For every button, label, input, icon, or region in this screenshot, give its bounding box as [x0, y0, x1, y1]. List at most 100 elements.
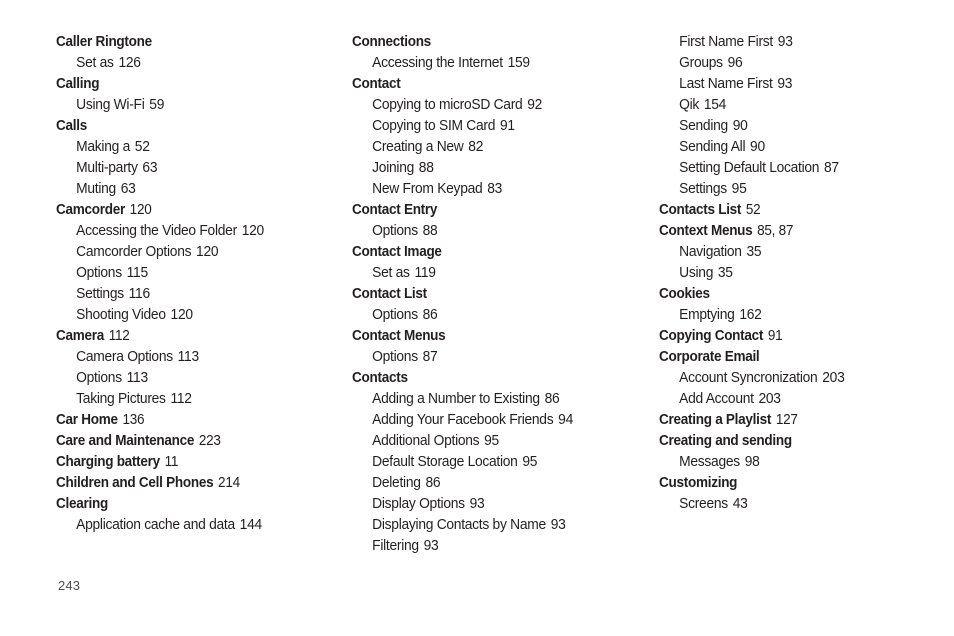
index-entry-label: Screens: [679, 496, 728, 512]
index-entry-label: Using: [679, 265, 714, 281]
index-entry-pages: 92: [527, 97, 543, 113]
index-subentry: Set as 126: [56, 53, 332, 74]
index-entry-label: Additional Options: [372, 433, 480, 449]
index-heading: Camera 112: [56, 326, 327, 347]
index-entry-pages: 93: [469, 496, 485, 512]
index-entry-pages: 120: [196, 244, 219, 260]
index-subentry: Sending All 90: [659, 137, 929, 158]
index-entry-pages: 115: [126, 265, 148, 281]
index-subentry: Messages 98: [659, 452, 929, 473]
index-entry-pages: 112: [108, 328, 130, 344]
index-entry-label: Making a: [76, 139, 131, 155]
index-entry-label: Display Options: [372, 496, 465, 512]
index-entry-label: Care and Maintenance: [56, 433, 195, 449]
index-entry-pages: 86: [425, 475, 441, 491]
index-entry-pages: 113: [177, 349, 199, 365]
index-subentry: Options 86: [352, 305, 636, 326]
index-entry-label: Account Syncronization: [679, 370, 818, 386]
index-subentry: Taking Pictures 112: [56, 389, 332, 410]
index-entry-label: New From Keypad: [372, 181, 483, 197]
index-subentry: Account Syncronization 203: [659, 368, 929, 389]
index-subentry: Joining 88: [352, 158, 636, 179]
index-entry-label: Creating a New: [372, 139, 464, 155]
index-entry-pages: 98: [744, 454, 760, 470]
index-subentry: Accessing the Video Folder 120: [56, 221, 332, 242]
index-entry-pages: 93: [777, 76, 793, 92]
index-heading: Contact Entry: [352, 200, 630, 221]
index-entry-pages: 93: [777, 34, 793, 50]
index-entry-label: Filtering: [372, 538, 419, 554]
index-entry-label: Calls: [56, 118, 87, 134]
index-heading: Camcorder 120: [56, 200, 327, 221]
index-entry-label: First Name First: [679, 34, 773, 50]
index-entry-label: Charging battery: [56, 454, 160, 470]
index-entry-pages: 35: [717, 265, 733, 281]
index-entry-label: Sending: [679, 118, 728, 134]
index-entry-pages: 91: [499, 118, 515, 134]
index-entry-label: Default Storage Location: [372, 454, 518, 470]
index-subentry: Emptying 162: [659, 305, 929, 326]
index-entry-pages: 120: [170, 307, 194, 323]
index-entry-pages: 11: [164, 454, 179, 470]
index-entry-label: Options: [76, 265, 122, 281]
index-subentry: Navigation 35: [659, 242, 929, 263]
index-entry-pages: 59: [149, 97, 165, 113]
index-entry-label: Application cache and data: [76, 517, 235, 533]
index-subentry: Set as 119: [352, 263, 636, 284]
index-subentry: Options 88: [352, 221, 636, 242]
index-entry-label: Multi-party: [76, 160, 138, 176]
index-subentry: Application cache and data 144: [56, 515, 332, 536]
index-entry-label: Displaying Contacts by Name: [372, 517, 546, 533]
index-entry-label: Options: [76, 370, 122, 386]
index-heading: Contact Menus: [352, 326, 630, 347]
index-entry-label: Children and Cell Phones: [56, 475, 214, 491]
index-entry-pages: 43: [732, 496, 748, 512]
index-entry-label: Contact Image: [352, 244, 442, 260]
index-subentry: Settings 116: [56, 284, 332, 305]
index-heading: Contact Image: [352, 242, 630, 263]
index-entry-label: Copying Contact: [659, 328, 764, 344]
index-entry-pages: 144: [239, 517, 263, 533]
index-heading: Caller Ringtone: [56, 32, 327, 53]
index-entry-label: Groups: [679, 55, 723, 71]
index-subentry: Adding a Number to Existing 86: [352, 389, 636, 410]
index-entry-label: Creating and sending: [659, 433, 792, 449]
index-entry-pages: 94: [558, 412, 573, 428]
index-entry-label: Settings: [679, 181, 727, 197]
index-entry-pages: 88: [422, 223, 438, 239]
index-subentry: Display Options 93: [352, 494, 636, 515]
index-entry-pages: 52: [745, 202, 761, 218]
index-entry-pages: 95: [522, 454, 538, 470]
index-entry-pages: 95: [731, 181, 747, 197]
index-entry-pages: 119: [414, 265, 436, 281]
index-entry-label: Taking Pictures: [76, 391, 166, 407]
index-heading: Contact: [352, 74, 630, 95]
index-entry-label: Contact List: [352, 286, 427, 302]
index-column-1: Caller Ringtone Set as 126 Calling Using Wi-…: [56, 32, 352, 536]
index-entry-pages: 91: [767, 328, 783, 344]
index-entry-label: Camera: [56, 328, 105, 344]
index-entry-pages: 126: [118, 55, 141, 71]
index-entry-label: Messages: [679, 454, 740, 470]
index-entry-pages: 82: [468, 139, 484, 155]
index-entry-pages: 86: [544, 391, 560, 407]
index-entry-label: Contact Entry: [352, 202, 438, 218]
index-entry-pages: 120: [241, 223, 265, 239]
index-entry-pages: 86: [422, 307, 438, 323]
index-entry-pages: 154: [703, 97, 727, 113]
index-entry-label: Joining: [372, 160, 415, 176]
index-entry-label: Creating a Playlist: [659, 412, 772, 428]
index-entry-pages: 214: [218, 475, 240, 491]
index-entry-label: Camera Options: [76, 349, 173, 365]
index-heading: Contacts: [352, 368, 630, 389]
index-entry-label: Corporate Email: [659, 349, 760, 365]
index-heading: Contacts List 52: [659, 200, 923, 221]
index-entry-label: Options: [372, 349, 418, 365]
index-entry-pages: 162: [739, 307, 762, 323]
index-entry-pages: 87: [422, 349, 438, 365]
index-entry-pages: 127: [775, 412, 798, 428]
index-subentry: Setting Default Location 87: [659, 158, 929, 179]
index-entry-label: Setting Default Location: [679, 160, 820, 176]
index-entry-label: Camcorder Options: [76, 244, 192, 260]
index-subentry: Screens 43: [659, 494, 929, 515]
